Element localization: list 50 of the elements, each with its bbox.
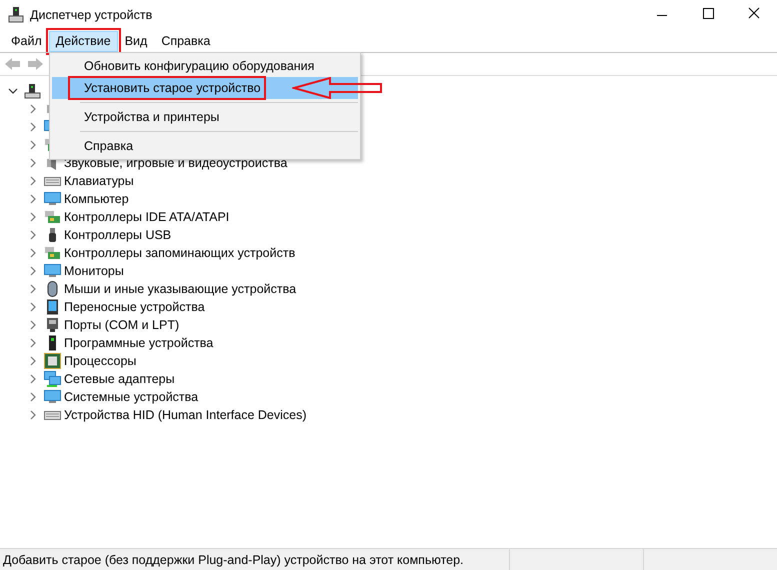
chevron-right-icon[interactable] xyxy=(28,140,38,150)
tree-item[interactable]: Контроллеры запоминающих устройств xyxy=(64,246,296,260)
menu-item[interactable]: Обновить конфигурацию оборудования xyxy=(52,55,358,77)
chip-board-icon xyxy=(44,245,61,261)
chevron-right-icon[interactable] xyxy=(28,158,38,168)
chevron-down-icon[interactable] xyxy=(8,86,18,96)
chevron-right-icon[interactable] xyxy=(28,302,38,312)
computer-icon xyxy=(24,83,41,99)
status-text: Добавить старое (без поддержки Plug-and-Play) устройство на этот компьютер. xyxy=(2,552,465,566)
chevron-right-icon[interactable] xyxy=(28,194,38,204)
chevron-right-icon[interactable] xyxy=(28,284,38,294)
tree-item[interactable]: Мониторы xyxy=(64,264,124,278)
chip-board-icon xyxy=(44,209,61,225)
menu-item[interactable]: Справка xyxy=(154,30,218,52)
chevron-right-icon[interactable] xyxy=(28,212,38,222)
chevron-right-icon[interactable] xyxy=(28,338,38,348)
chevron-right-icon[interactable] xyxy=(28,122,38,132)
connector-icon xyxy=(44,317,61,333)
tree-item[interactable]: Контроллеры USB xyxy=(64,228,172,242)
tree-item[interactable]: Клавиатуры xyxy=(64,174,134,188)
menu-item[interactable]: Устройства и принтеры xyxy=(52,106,358,128)
tree-item[interactable]: Контроллеры IDE ATA/ATAPI xyxy=(64,210,230,224)
tree-item[interactable]: Процессоры xyxy=(64,354,136,368)
chevron-right-icon[interactable] xyxy=(28,320,38,330)
menu-item[interactable]: Справка xyxy=(52,135,358,157)
chevron-right-icon[interactable] xyxy=(28,248,38,258)
tree-item[interactable]: Мыши и иные указывающие устройства xyxy=(64,282,296,296)
chevron-right-icon[interactable] xyxy=(28,266,38,276)
tree-item[interactable]: Сетевые адаптеры xyxy=(64,372,175,386)
tree-item[interactable]: Переносные устройства xyxy=(64,300,205,314)
tree-item[interactable]: Порты (COM и LPT) xyxy=(64,318,180,332)
menu-item[interactable]: Вид xyxy=(118,30,154,52)
chevron-right-icon[interactable] xyxy=(28,374,38,384)
tree-item[interactable]: Системные устройства xyxy=(64,390,198,404)
chevron-right-icon[interactable] xyxy=(28,104,38,114)
menu-item[interactable]: Файл xyxy=(4,30,49,52)
window-title: Диспетчер устройств xyxy=(30,8,152,22)
chevron-right-icon[interactable] xyxy=(28,410,38,420)
tree-item[interactable]: Компьютер xyxy=(64,192,129,206)
processor-icon xyxy=(44,353,61,369)
chevron-right-icon[interactable] xyxy=(28,230,38,240)
network-icon xyxy=(44,371,61,387)
chevron-right-icon[interactable] xyxy=(28,176,38,186)
tree-item[interactable]: Устройства HID (Human Interface Devices) xyxy=(64,408,307,422)
tablet-icon xyxy=(44,299,61,315)
computer-icon xyxy=(8,7,24,23)
chevron-right-icon[interactable] xyxy=(28,356,38,366)
tree-item[interactable]: Звуковые, игровые и видеоустройства xyxy=(64,156,288,170)
tree-item[interactable]: Программные устройства xyxy=(64,336,214,350)
chevron-right-icon[interactable] xyxy=(28,392,38,402)
